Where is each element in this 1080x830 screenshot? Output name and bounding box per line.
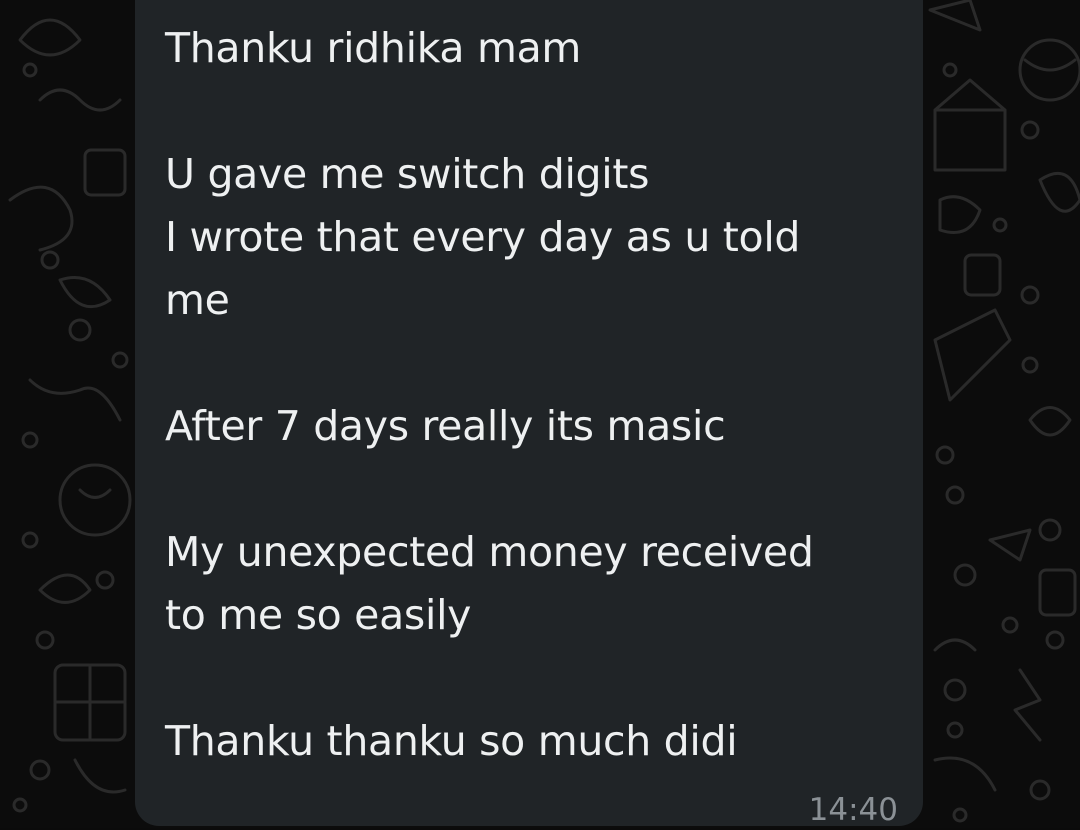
message-line: My unexpected money received <box>165 528 814 576</box>
message-line: to me so easily <box>165 591 472 639</box>
message-line: I wrote that every day as u told <box>165 213 801 261</box>
message-line: me <box>165 276 230 324</box>
message-timestamp: 14:40 <box>808 792 898 828</box>
message-line: After 7 days really its masic <box>165 402 726 450</box>
message-line: Thanku ridhika mam <box>165 24 582 72</box>
message-line: Thanku thanku so much didi <box>165 717 738 765</box>
message-line: U gave me switch digits <box>165 150 650 198</box>
